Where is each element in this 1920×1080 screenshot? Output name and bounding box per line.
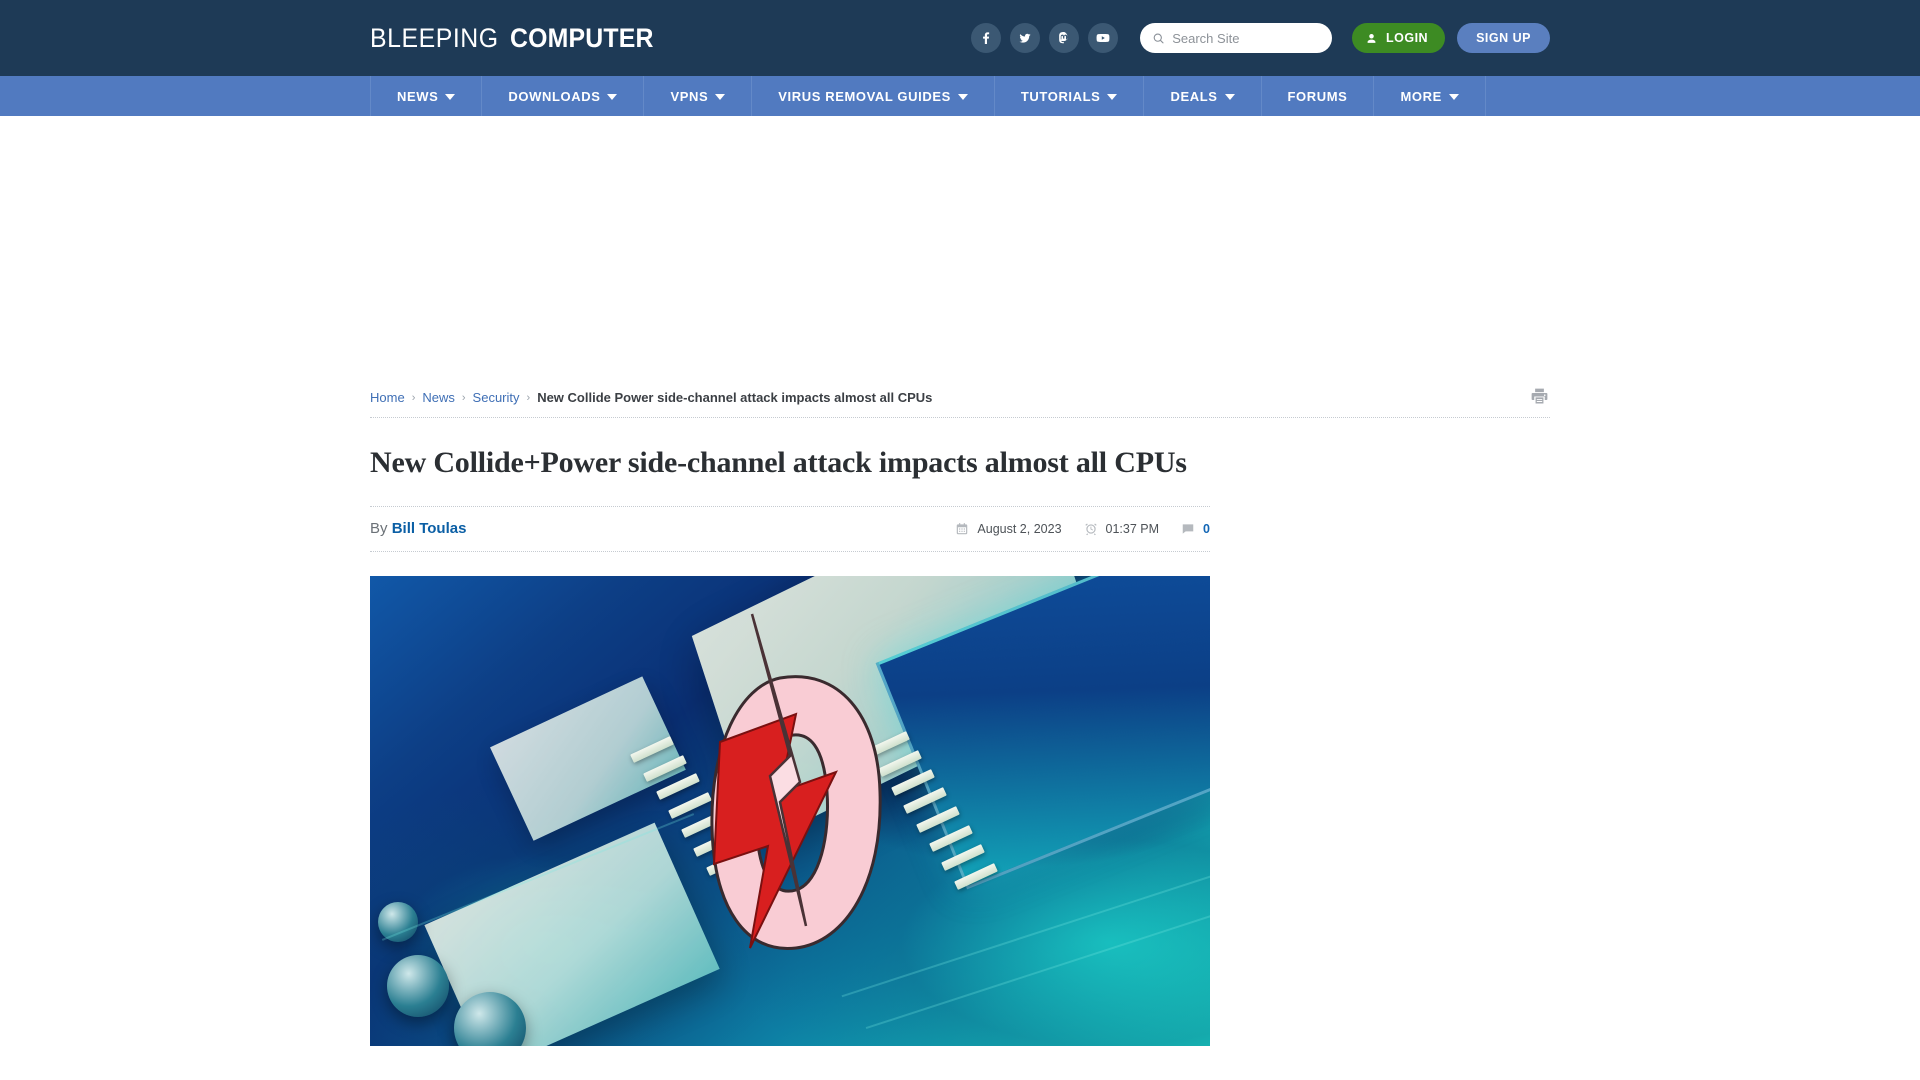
- publish-time-value: 01:37 PM: [1105, 521, 1160, 536]
- publish-date: August 2, 2023: [955, 521, 1062, 536]
- breadcrumb-separator-icon: ›: [461, 391, 466, 404]
- main-navigation: NEWS DOWNLOADS VPNS VIRUS REMOVAL GUIDES…: [0, 76, 1920, 116]
- content-container: Home › News › Security › New Collide Pow…: [370, 386, 1550, 1046]
- chevron-down-icon: [1107, 94, 1118, 100]
- sidebar-column: [1250, 386, 1550, 396]
- chevron-down-icon: [1224, 94, 1235, 100]
- login-button[interactable]: LOGIN: [1352, 23, 1446, 53]
- nav-inner: NEWS DOWNLOADS VPNS VIRUS REMOVAL GUIDES…: [370, 76, 1550, 116]
- nav-label: TUTORIALS: [1020, 88, 1101, 104]
- nav-item-forums[interactable]: FORUMS: [1262, 76, 1375, 116]
- byline-divider: [370, 550, 1210, 552]
- logo-text-bold: COMPUTER: [509, 22, 654, 53]
- advertisement-slot: [0, 116, 1920, 386]
- chevron-down-icon: [715, 94, 726, 100]
- signup-button-label: SIGN UP: [1476, 31, 1531, 45]
- nav-item-tutorials[interactable]: TUTORIALS: [995, 76, 1145, 116]
- chevron-down-icon: [1448, 94, 1459, 100]
- header-inner: BLEEPING COMPUTER Search Site LOGIN SIGN…: [370, 0, 1550, 76]
- nav-label: FORUMS: [1287, 88, 1348, 104]
- nav-item-news[interactable]: NEWS: [370, 76, 483, 116]
- breadcrumb-item-security[interactable]: Security: [473, 390, 520, 405]
- nav-label: MORE: [1400, 88, 1442, 104]
- nav-item-downloads[interactable]: DOWNLOADS: [482, 76, 645, 116]
- breadcrumb: Home › News › Security › New Collide Pow…: [370, 390, 932, 405]
- user-icon: [1367, 33, 1376, 43]
- alarm-clock-icon: [1084, 523, 1097, 535]
- publish-time: 01:37 PM: [1084, 521, 1160, 536]
- breadcrumb-separator-icon: ›: [411, 391, 416, 404]
- logo-text-light: BLEEPING: [370, 22, 499, 53]
- calendar-icon: [957, 522, 968, 534]
- nav-label: DOWNLOADS: [508, 88, 601, 104]
- breadcrumb-item-news[interactable]: News: [422, 390, 455, 405]
- by-label: By: [370, 520, 388, 537]
- nav-item-more[interactable]: MORE: [1374, 76, 1486, 116]
- nav-item-virus-removal-guides[interactable]: VIRUS REMOVAL GUIDES: [752, 76, 995, 116]
- search-box[interactable]: [1140, 23, 1332, 53]
- article-hero-image: [370, 575, 1210, 1046]
- article-column: New Collide+Power side-channel attack im…: [370, 418, 1210, 1046]
- nav-label: DEALS: [1170, 88, 1218, 104]
- comment-count-group[interactable]: 0: [1181, 522, 1210, 536]
- site-header: BLEEPING COMPUTER Search Site LOGIN SIGN…: [0, 0, 1920, 76]
- breadcrumb-item-home[interactable]: Home: [370, 390, 405, 405]
- publish-date-value: August 2, 2023: [977, 521, 1062, 536]
- facebook-icon[interactable]: [971, 23, 1001, 53]
- chevron-down-icon: [957, 94, 968, 100]
- login-button-label: LOGIN: [1386, 31, 1429, 45]
- comment-icon: [1182, 523, 1194, 534]
- twitter-icon[interactable]: [1010, 23, 1040, 53]
- nav-item-vpns[interactable]: VPNS: [644, 76, 753, 116]
- comment-count-value: 0: [1203, 521, 1210, 536]
- byline-author-group: By Bill Toulas: [370, 520, 466, 537]
- signup-button[interactable]: SIGN UP: [1457, 23, 1550, 53]
- breadcrumb-item-current: New Collide Power side-channel attack im…: [537, 390, 933, 405]
- nav-label: VPNS: [670, 88, 709, 104]
- search-icon: [1153, 33, 1164, 43]
- collide-power-logo: [710, 613, 882, 950]
- breadcrumb-separator-icon: ›: [526, 391, 531, 404]
- nav-item-deals[interactable]: DEALS: [1144, 76, 1262, 116]
- nav-label: VIRUS REMOVAL GUIDES: [778, 88, 951, 104]
- search-input[interactable]: [1172, 30, 1322, 46]
- mastodon-icon[interactable]: [1049, 23, 1079, 53]
- byline-row: By Bill Toulas August 2, 2023 01:37 PM 0: [370, 507, 1210, 551]
- social-links: [971, 23, 1118, 53]
- nav-label: NEWS: [397, 88, 439, 104]
- header-right-group: LOGIN SIGN UP: [971, 23, 1550, 53]
- article-meta-group: August 2, 2023 01:37 PM 0: [955, 522, 1210, 536]
- author-link[interactable]: Bill Toulas: [392, 520, 467, 537]
- page-title: New Collide+Power side-channel attack im…: [370, 446, 1187, 479]
- site-logo[interactable]: BLEEPING COMPUTER: [370, 23, 666, 54]
- chevron-down-icon: [607, 94, 618, 100]
- chevron-down-icon: [445, 94, 456, 100]
- youtube-icon[interactable]: [1088, 23, 1118, 53]
